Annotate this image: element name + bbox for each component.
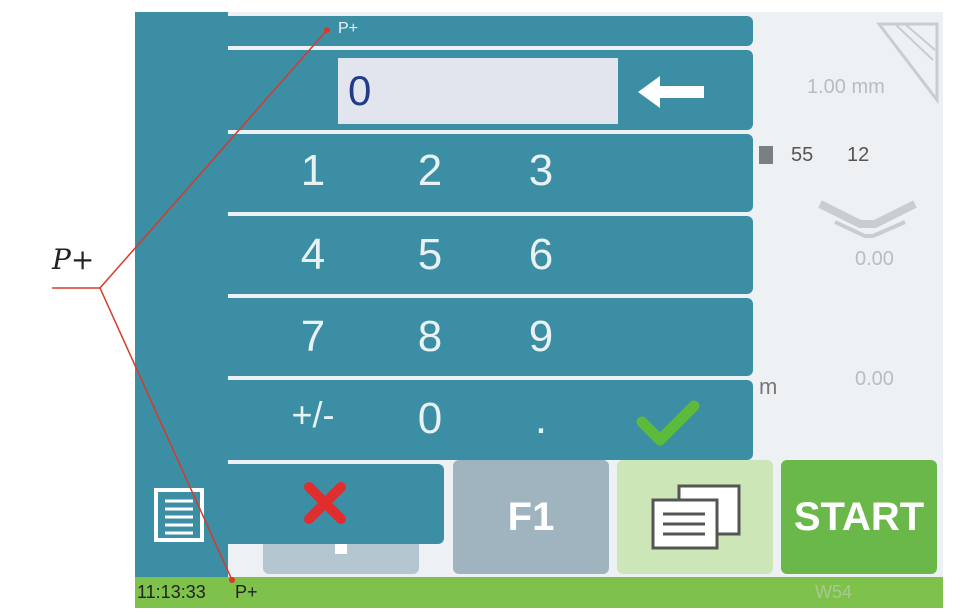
annotation-lines — [52, 27, 330, 583]
